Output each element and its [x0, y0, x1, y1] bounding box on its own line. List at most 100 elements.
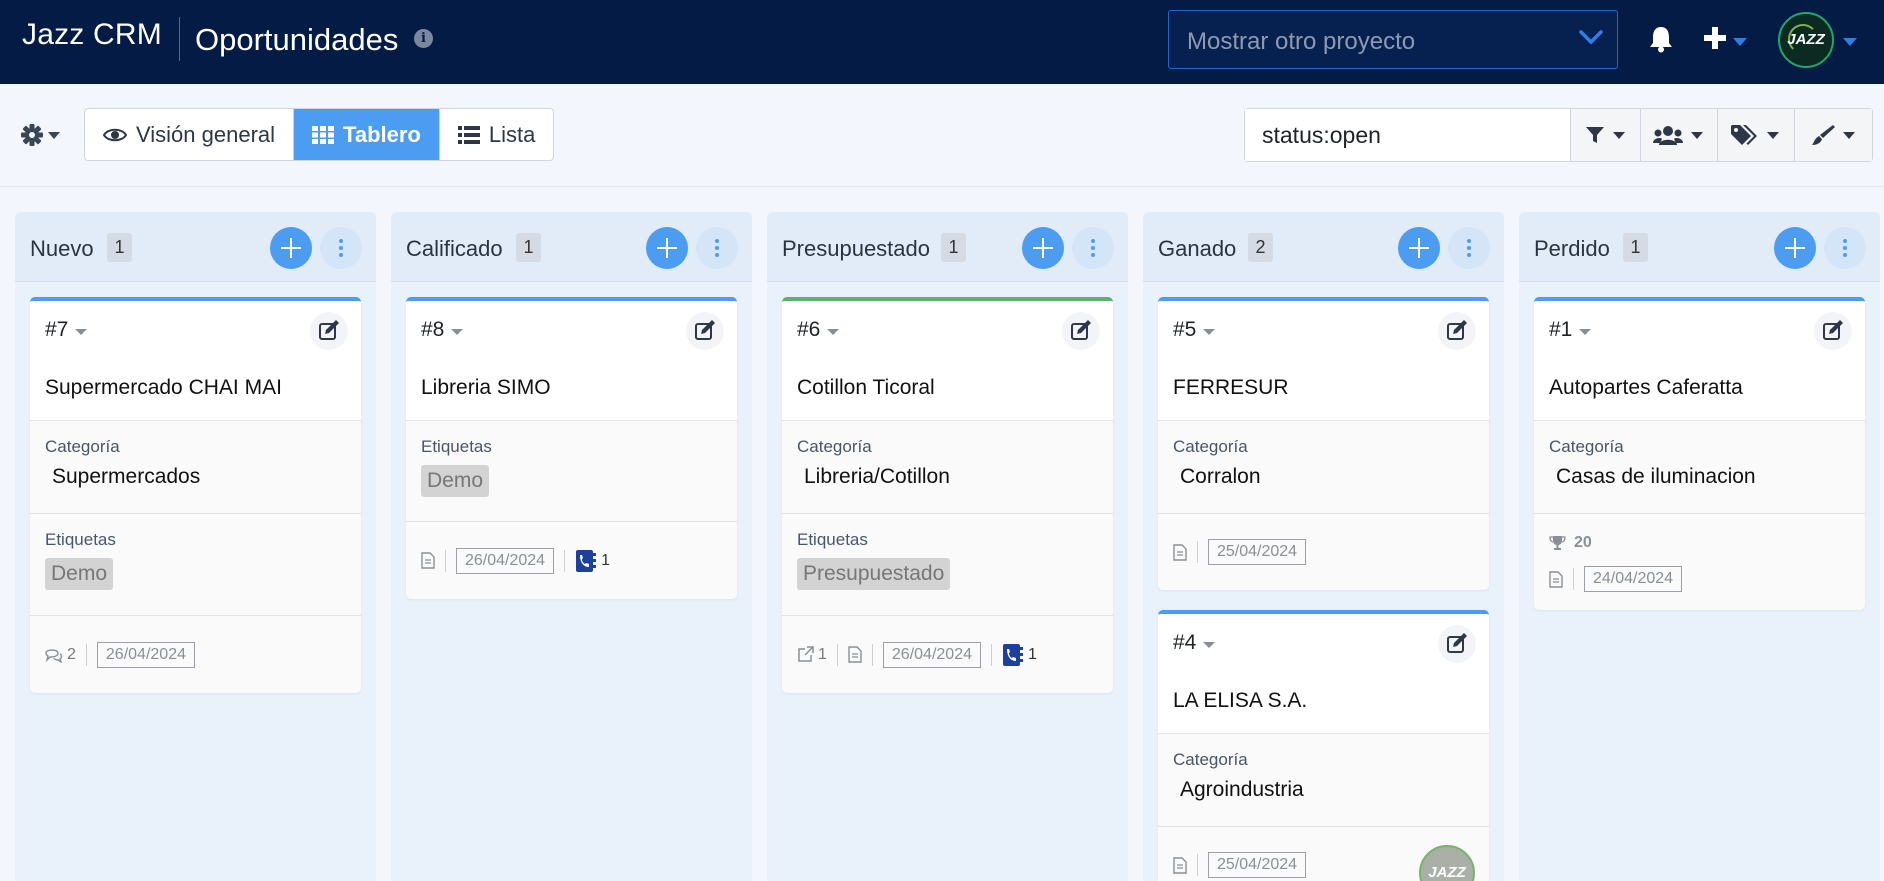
card-header: #1 Autopartes Caferatta — [1534, 301, 1865, 421]
avatar-logo-text: JAZZ — [1428, 864, 1466, 881]
card-id[interactable]: #4 — [1173, 631, 1216, 655]
user-avatar[interactable]: JAZZ — [1778, 12, 1834, 68]
divider — [836, 643, 838, 666]
column-count-badge: 1 — [516, 233, 541, 262]
divider — [85, 643, 87, 666]
settings-dropdown[interactable] — [20, 120, 64, 150]
caret-down-icon — [1202, 631, 1216, 655]
card-id-text: #4 — [1173, 631, 1197, 654]
caret-down-icon — [450, 318, 464, 342]
tag-badge[interactable]: Demo — [45, 558, 114, 590]
edit-icon — [1447, 633, 1467, 653]
contacts-count: 1 — [601, 551, 610, 569]
app-brand[interactable]: Jazz CRM — [22, 18, 162, 52]
divider — [871, 643, 873, 666]
category-label: Categoría — [1173, 750, 1248, 769]
chevron-down-icon — [1579, 29, 1603, 50]
board-column-presupuestado: Presupuestado 1 #6 Cotillon Ticoral Cate… — [767, 212, 1128, 881]
view-list-label: Lista — [488, 121, 536, 147]
bell-icon[interactable] — [1648, 25, 1674, 58]
card-meta-row: 24/04/2024 — [1549, 566, 1850, 592]
card-category-section: Categoría Agroindustria — [1158, 734, 1489, 827]
external-link-icon — [798, 646, 814, 662]
edit-card-button[interactable] — [1438, 625, 1476, 663]
info-icon[interactable]: i — [414, 29, 433, 48]
project-select[interactable]: Mostrar otro proyecto — [1168, 10, 1618, 69]
filter-button[interactable] — [1570, 109, 1640, 161]
tags-icon — [1731, 125, 1758, 145]
assignee-avatar[interactable]: JAZZ — [1419, 845, 1475, 881]
add-card-button[interactable] — [646, 227, 688, 269]
column-menu-button[interactable] — [320, 227, 362, 269]
column-count-badge: 1 — [107, 233, 132, 262]
opportunity-card[interactable]: #4 LA ELISA S.A. Categoría Agroindustria… — [1158, 610, 1489, 881]
card-id[interactable]: #7 — [45, 318, 88, 342]
column-header: Presupuestado 1 — [767, 212, 1128, 282]
caret-down-icon — [1842, 131, 1855, 139]
opportunity-card[interactable]: #5 FERRESUR Categoría Corralon 25/04/202… — [1158, 297, 1489, 590]
divider — [1197, 854, 1198, 876]
edit-card-button[interactable] — [686, 312, 724, 350]
tags-filter-button[interactable] — [1717, 109, 1794, 161]
filter-input[interactable] — [1245, 109, 1570, 161]
grid-icon — [312, 125, 335, 144]
card-category-section: Categoría Libreria/Cotillon — [782, 421, 1113, 514]
edit-card-button[interactable] — [310, 312, 348, 350]
card-id[interactable]: #8 — [421, 318, 464, 342]
caret-down-icon — [1202, 318, 1216, 342]
column-title: Ganado — [1158, 236, 1237, 261]
divider — [445, 549, 446, 572]
score-value: 20 — [1574, 534, 1592, 551]
card-id[interactable]: #6 — [797, 318, 840, 342]
board-column-calificado: Calificado 1 #8 Libreria SIMO Etiquetas … — [391, 212, 752, 881]
add-card-button[interactable] — [1022, 227, 1064, 269]
brand-divider — [179, 17, 180, 61]
card-id[interactable]: #1 — [1549, 318, 1592, 342]
opportunity-card[interactable]: #7 Supermercado CHAI MAI Categoría Super… — [30, 297, 361, 693]
card-category-section: Categoría Corralon — [1158, 421, 1489, 514]
category-value: Libreria/Cotillon — [804, 465, 950, 488]
add-card-button[interactable] — [270, 227, 312, 269]
eye-icon — [103, 128, 127, 141]
caret-down-icon[interactable] — [1732, 34, 1748, 52]
board-column-ganado: Ganado 2 #5 FERRESUR Categoría Corralon … — [1143, 212, 1504, 881]
tag-badge[interactable]: Presupuestado — [797, 558, 951, 590]
edit-card-button[interactable] — [1438, 312, 1476, 350]
category-value: Corralon — [1180, 465, 1261, 488]
trophy-icon — [1549, 536, 1566, 550]
tag-badge[interactable]: Demo — [421, 465, 490, 497]
card-id[interactable]: #5 — [1173, 318, 1216, 342]
filter-icon — [1585, 127, 1604, 143]
edit-icon — [1823, 320, 1843, 340]
opportunity-card[interactable]: #6 Cotillon Ticoral Categoría Libreria/C… — [782, 297, 1113, 693]
column-menu-button[interactable] — [1448, 227, 1490, 269]
view-overview-button[interactable]: Visión general — [85, 109, 293, 160]
edit-card-button[interactable] — [1062, 312, 1100, 350]
card-footer: 25/04/2024 JAZZ — [1158, 827, 1489, 881]
caret-down-icon[interactable] — [1842, 34, 1858, 52]
column-menu-button[interactable] — [1824, 227, 1866, 269]
contacts-icon — [1002, 643, 1023, 666]
card-footer: 2 26/04/2024 — [30, 616, 361, 693]
caret-down-icon — [1612, 131, 1625, 139]
score-line: 20 — [1549, 534, 1850, 552]
column-menu-button[interactable] — [1072, 227, 1114, 269]
column-menu-button[interactable] — [696, 227, 738, 269]
column-header: Calificado 1 — [391, 212, 752, 282]
add-card-button[interactable] — [1398, 227, 1440, 269]
plus-icon[interactable] — [1702, 25, 1728, 56]
add-card-button[interactable] — [1774, 227, 1816, 269]
view-list-button[interactable]: Lista — [438, 109, 553, 160]
comments-icon — [45, 648, 63, 663]
card-tags-section: Etiquetas Demo — [30, 514, 361, 616]
view-board-button[interactable]: Tablero — [293, 109, 439, 160]
opportunity-card[interactable]: #1 Autopartes Caferatta Categoría Casas … — [1534, 297, 1865, 610]
edit-card-button[interactable] — [1814, 312, 1852, 350]
page-title: Oportunidades — [195, 22, 399, 57]
style-button[interactable] — [1793, 109, 1873, 161]
card-footer: 25/04/2024 — [1158, 514, 1489, 590]
opportunity-card[interactable]: #8 Libreria SIMO Etiquetas Demo 26/04/20… — [406, 297, 737, 599]
caret-down-icon — [1691, 131, 1704, 139]
users-filter-button[interactable] — [1639, 109, 1718, 161]
card-title: Cotillon Ticoral — [797, 376, 935, 399]
